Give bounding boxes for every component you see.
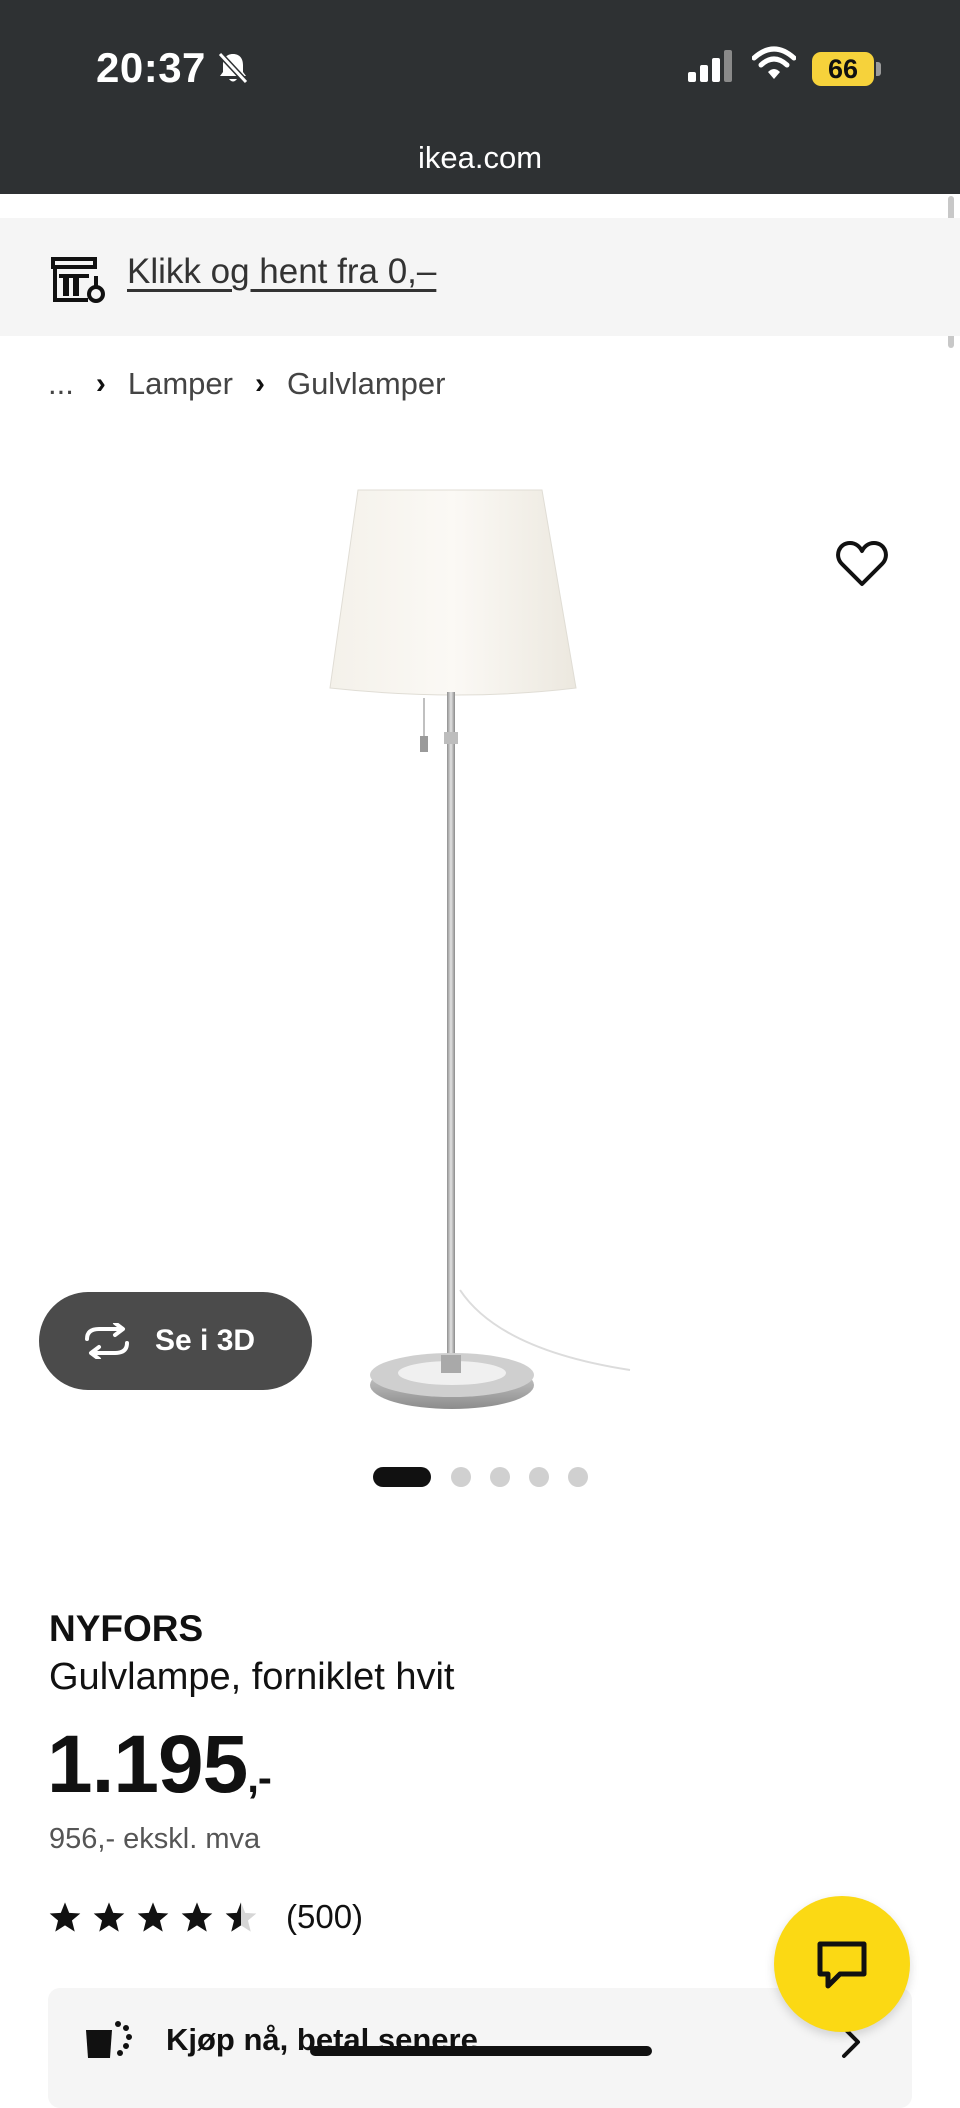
price-suffix: ,- xyxy=(247,1754,272,1801)
price-value: 1.195 xyxy=(47,1719,248,1810)
view-in-3d-label: Se i 3D xyxy=(155,1324,256,1357)
carousel-dot-4[interactable] xyxy=(529,1467,549,1487)
status-time: 20:37 xyxy=(96,44,206,91)
browser-top-bar: 20:37 66 ikea.com xyxy=(0,0,960,194)
url-bar[interactable]: ikea.com xyxy=(0,140,960,176)
review-count[interactable]: (500) xyxy=(286,1898,363,1936)
bell-muted-icon xyxy=(217,51,249,85)
breadcrumb-ellipsis[interactable]: ... xyxy=(48,366,74,402)
chat-button[interactable] xyxy=(774,1896,910,2032)
rotate-3d-icon xyxy=(85,1323,129,1359)
star-icon xyxy=(93,1902,125,1932)
carousel-dot-2[interactable] xyxy=(451,1467,471,1487)
product-rating[interactable]: (500) xyxy=(48,1898,363,1936)
heart-icon[interactable] xyxy=(836,540,888,588)
star-half-icon xyxy=(225,1902,257,1932)
payment-icon xyxy=(86,2021,132,2058)
chat-bubble-icon xyxy=(817,1941,867,1989)
product-price: 1.195,- xyxy=(47,1718,272,1812)
carousel-dot-3[interactable] xyxy=(490,1467,510,1487)
breadcrumb: ... › Lamper › Gulvlamper xyxy=(48,366,445,402)
chevron-right-icon: › xyxy=(95,367,106,400)
promo-banner: Klikk og hent fra 0,– xyxy=(0,218,960,336)
battery-tip xyxy=(876,62,881,76)
wifi-icon xyxy=(752,46,796,79)
price-ex-vat: 956,- ekskl. mva xyxy=(49,1823,261,1855)
cell-signal-icon xyxy=(688,50,732,82)
star-icon xyxy=(49,1902,81,1932)
product-image[interactable] xyxy=(300,470,660,1420)
click-and-collect-link[interactable]: Klikk og hent fra 0,– xyxy=(127,252,436,292)
view-in-3d-button[interactable]: Se i 3D xyxy=(39,1292,312,1390)
breadcrumb-item-lamper[interactable]: Lamper xyxy=(128,366,233,402)
carousel-dot-1[interactable] xyxy=(373,1467,431,1487)
home-indicator[interactable] xyxy=(310,2046,652,2056)
product-description: Gulvlampe, forniklet hvit xyxy=(49,1656,455,1698)
star-icon xyxy=(137,1902,169,1932)
carousel-dot-5[interactable] xyxy=(568,1467,588,1487)
carousel-indicator xyxy=(373,1467,607,1487)
breadcrumb-item-gulvlamper[interactable]: Gulvlamper xyxy=(287,366,446,402)
chevron-right-icon: › xyxy=(254,367,265,400)
product-brand: NYFORS xyxy=(49,1608,204,1649)
store-pickup-icon xyxy=(51,257,105,303)
battery-level: 66 xyxy=(812,52,874,86)
star-icon xyxy=(181,1902,213,1932)
